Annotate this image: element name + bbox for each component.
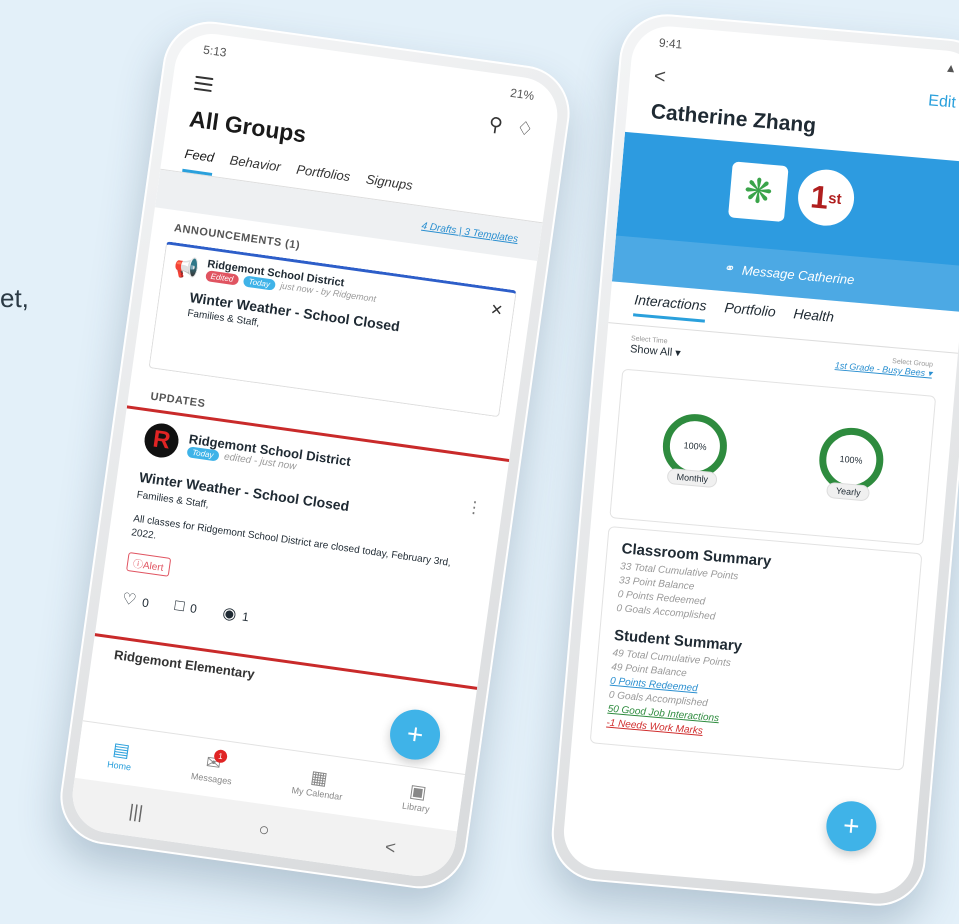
student-header: ❋ 1st ⚭ Message Catherine [611,131,959,312]
nav-messages[interactable]: ✉ 1 Messages [190,748,235,787]
calendar-icon: ▦ [309,766,329,789]
recents-icon[interactable]: ||| [128,800,145,823]
chat-icon: ⚭ [722,260,735,276]
eye-icon: ◉ [221,604,238,624]
side-text: et, [0,283,29,313]
home-circle-icon[interactable]: ○ [257,818,271,840]
tab-portfolio[interactable]: Portfolio [723,299,777,328]
comment-count: 0 [189,601,198,616]
status-time: 5:13 [202,42,228,60]
progress-card: 100% Monthly 100% Yearly [609,368,937,546]
message-label: Message Catherine [741,262,856,287]
left-screen: 5:13 21% ⚲ ♢ All Groups Feed Behavior Po… [67,29,563,881]
heart-icon: ♡ [120,590,138,610]
comment-button[interactable]: □ 0 [173,597,198,618]
summary-card: Classroom Summary 33 Total Cumulative Po… [589,525,923,771]
right-screen: 9:41 ▲ < Edit Catherine Zhang ❋ 1st ⚭ Me… [560,23,959,897]
nav-library-label: Library [401,800,431,815]
right-phone: 9:41 ▲ < Edit Catherine Zhang ❋ 1st ⚭ Me… [547,10,959,910]
signal-icon: ▲ [944,60,958,76]
monthly-label: Monthly [667,467,718,489]
nav-calendar-label: My Calendar [290,785,343,803]
alert-tag: ⓘAlert [126,552,171,577]
tab-behavior[interactable]: Behavior [227,144,283,185]
add-interaction-button[interactable]: + [824,799,879,854]
close-icon[interactable]: ✕ [489,300,504,320]
like-count: 0 [141,595,150,611]
search-icon[interactable]: ⚲ [487,113,504,138]
menu-icon[interactable] [193,75,214,93]
tab-interactions[interactable]: Interactions [632,291,708,323]
like-button[interactable]: ♡ 0 [121,589,151,613]
tab-portfolios[interactable]: Portfolios [294,154,352,195]
tab-health[interactable]: Health [792,305,835,333]
yearly-progress: 100% Yearly [816,425,886,502]
rank-number: 1 [809,177,830,216]
yearly-label: Yearly [826,481,871,502]
view-count: 1 [241,609,250,625]
bug-avatar-icon: ❋ [727,161,789,223]
tab-signups[interactable]: Signups [364,164,415,204]
edit-button[interactable]: Edit [928,92,957,112]
monthly-progress: 100% Monthly [660,411,730,489]
back-icon[interactable]: < [384,836,397,858]
nav-home-label: Home [106,759,132,773]
back-button[interactable]: < [653,65,667,89]
rank-badge: 1st [795,167,857,229]
nav-calendar[interactable]: ▦ My Calendar [291,764,346,802]
tab-feed[interactable]: Feed [182,138,217,176]
left-phone: 5:13 21% ⚲ ♢ All Groups Feed Behavior Po… [54,15,576,895]
status-battery: 21% [509,85,536,103]
next-post-org: Ridgemont Elementary [113,647,256,682]
rank-suffix: st [827,189,843,208]
library-icon: ▣ [408,780,428,803]
org-logo: R [142,421,181,460]
nav-messages-label: Messages [190,770,233,787]
nav-library[interactable]: ▣ Library [402,780,434,815]
comment-icon: □ [173,597,186,616]
drafts-link[interactable]: 4 Drafts | 3 Templates [421,220,519,244]
nav-home[interactable]: ▤ Home [106,738,135,773]
more-options-icon[interactable]: ⋮ [465,497,484,519]
group-filter[interactable]: Select Group 1st Grade - Busy Bees ▾ [834,353,934,381]
bell-icon[interactable]: ♢ [515,116,535,141]
home-icon: ▤ [111,738,132,762]
megaphone-icon: 📢 [172,255,201,281]
status-time: 9:41 [658,35,683,52]
views: ◉ 1 [221,603,250,627]
time-filter[interactable]: Select Time Show All ▾ [630,335,682,359]
